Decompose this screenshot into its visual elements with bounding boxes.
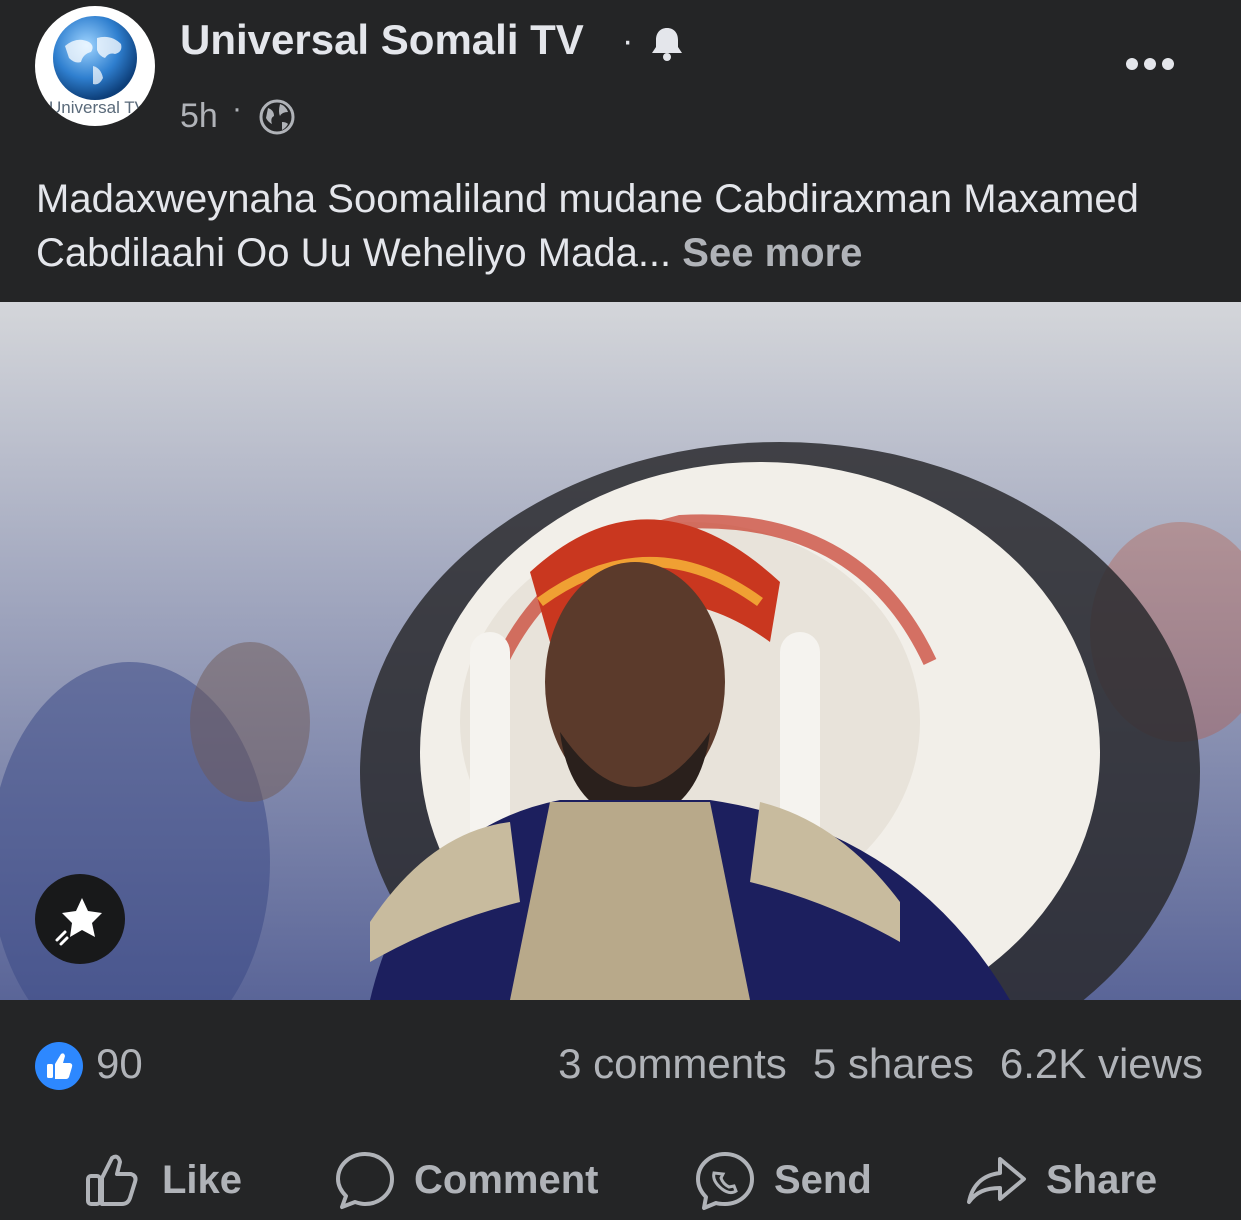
more-options-button[interactable] [1120, 44, 1180, 84]
shares-count[interactable]: 5 shares [813, 1040, 974, 1087]
like-label: Like [162, 1157, 243, 1202]
engagement-counts: 3 comments 5 shares 6.2K views [532, 1040, 1203, 1088]
messenger-icon [696, 1152, 754, 1210]
thumbs-up-icon [47, 1053, 73, 1079]
globe-icon [258, 98, 296, 141]
post-caption: Madaxweynaha Soomaliland mudane Cabdirax… [36, 172, 1216, 280]
post-time[interactable]: 5h [180, 97, 218, 136]
comment-label: Comment [414, 1157, 599, 1202]
send-button[interactable]: Send [694, 1140, 872, 1220]
video-frame [0, 302, 1241, 1000]
like-count[interactable]: 90 [96, 1040, 143, 1088]
share-label: Share [1046, 1157, 1158, 1202]
post-header: Universal TV Universal Somali TV · 5h · [0, 0, 1241, 150]
time-separator: · [232, 92, 242, 125]
like-button[interactable]: Like [84, 1140, 242, 1220]
share-button[interactable]: Share [966, 1140, 1157, 1220]
caption-text: Madaxweynaha Soomaliland mudane Cabdirax… [36, 177, 1139, 275]
see-more-link[interactable]: See more [682, 231, 862, 275]
page-name-link[interactable]: Universal Somali TV [180, 16, 584, 64]
post-video[interactable] [0, 302, 1241, 1000]
views-count: 6.2K views [999, 1040, 1203, 1087]
share-arrow-icon [967, 1157, 1026, 1204]
send-label: Send [774, 1157, 872, 1202]
post-actions: Like Comment Send Share [0, 1140, 1241, 1220]
post-stats: 90 3 comments 5 shares 6.2K views [0, 1030, 1241, 1100]
comments-count[interactable]: 3 comments [558, 1040, 787, 1087]
comment-button[interactable]: Comment [334, 1140, 598, 1220]
thumbs-up-outline-icon [86, 1154, 138, 1206]
more-dots-icon [1126, 58, 1174, 70]
bell-icon[interactable] [650, 26, 684, 67]
sparkle-star-icon [55, 898, 102, 946]
comment-bubble-icon [336, 1152, 394, 1209]
name-separator: · [622, 22, 634, 60]
avatar-logo-text: Universal TV [49, 98, 146, 117]
page-avatar[interactable]: Universal TV [35, 6, 155, 126]
reels-effect-button[interactable] [35, 874, 125, 964]
like-reaction-badge[interactable] [35, 1042, 83, 1090]
